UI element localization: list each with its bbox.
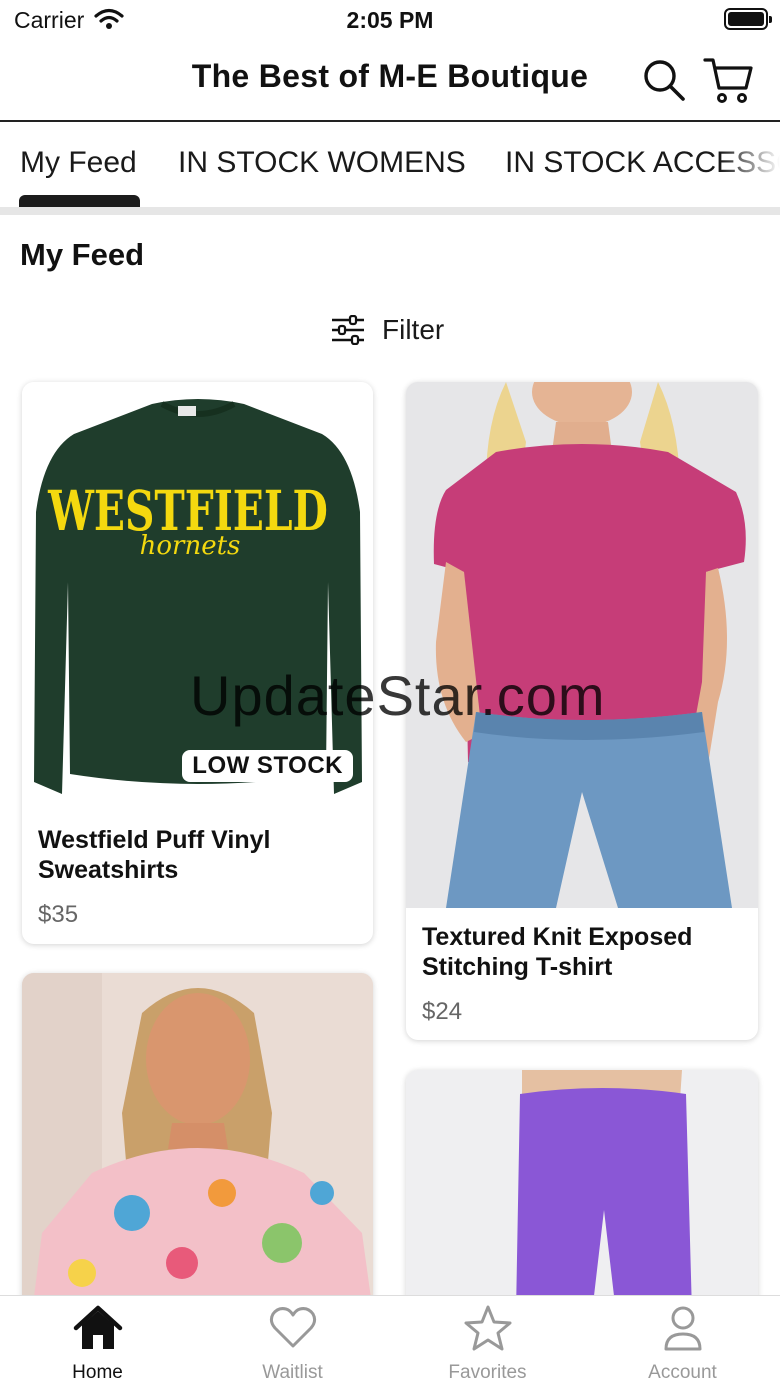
nav-label: Favorites (448, 1362, 527, 1383)
nav-home[interactable]: Home (0, 1296, 195, 1387)
product-image (406, 1070, 758, 1313)
product-name: Westfield Puff Vinyl Sweatshirts (38, 826, 271, 884)
product-image: WESTFIELD hornets (22, 382, 373, 800)
product-card[interactable] (406, 1070, 758, 1313)
heart-icon (269, 1307, 317, 1348)
star-icon (464, 1305, 512, 1351)
home-icon (73, 1305, 123, 1349)
nav-favorites[interactable]: Favorites (390, 1296, 585, 1387)
product-card[interactable] (22, 973, 373, 1313)
bottom-nav: Home Waitlist Favorites Account (0, 1295, 780, 1387)
product-image (22, 973, 373, 1313)
search-icon (644, 60, 685, 101)
product-card[interactable]: Textured Knit Exposed Stitching T-shirt … (406, 382, 758, 1040)
product-name: Textured Knit Exposed Stitching T-shirt (422, 923, 693, 981)
product-image (406, 382, 758, 908)
section-title: My Feed (20, 237, 145, 272)
tabs-divider (0, 207, 780, 215)
sweatshirt-script: hornets (140, 531, 241, 561)
tab-in-stock-womens[interactable]: IN STOCK WOMENS (178, 146, 466, 180)
product-card[interactable]: WESTFIELD hornets LOW STOCK Westfield Pu… (22, 382, 373, 944)
filter-label: Filter (382, 314, 445, 345)
nav-label: Account (648, 1362, 717, 1383)
filter-icon (332, 315, 364, 345)
product-price: $24 (422, 998, 463, 1025)
tab-my-feed[interactable]: My Feed (20, 146, 137, 180)
search-button[interactable] (640, 56, 688, 104)
nav-account[interactable]: Account (585, 1296, 780, 1387)
person-icon (664, 1306, 702, 1351)
nav-label: Home (72, 1362, 123, 1383)
filter-button[interactable]: Filter (330, 310, 444, 350)
cart-icon (703, 58, 753, 103)
nav-waitlist[interactable]: Waitlist (195, 1296, 390, 1387)
app-header: The Best of M-E Boutique (0, 40, 780, 122)
product-price: $35 (38, 901, 79, 928)
clock: 2:05 PM (346, 7, 434, 33)
nav-label: Waitlist (262, 1362, 323, 1383)
battery-icon (724, 8, 772, 30)
tab-fade (720, 124, 780, 210)
cart-button[interactable] (702, 54, 754, 106)
status-bar: Carrier 2:05 PM (0, 0, 780, 40)
low-stock-badge: LOW STOCK (182, 750, 353, 782)
